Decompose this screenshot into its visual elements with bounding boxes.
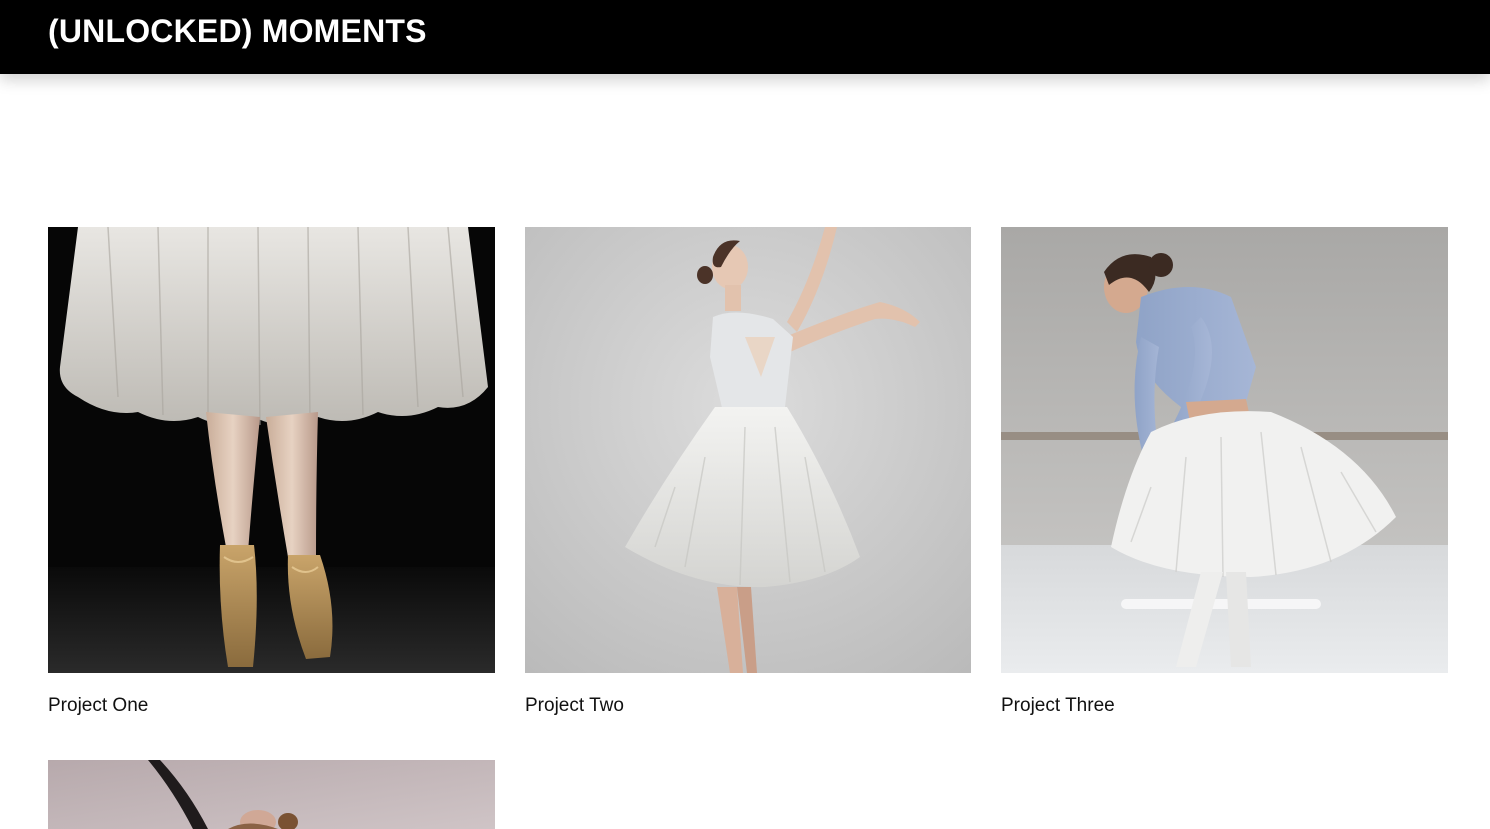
project-two-image[interactable] <box>525 227 972 673</box>
site-header: (UNLOCKED) MOMENTS <box>0 0 1490 74</box>
project-card-two[interactable]: Project Two <box>525 227 972 718</box>
project-card-three[interactable]: Project Three <box>1001 227 1448 718</box>
project-two-title[interactable]: Project Two <box>525 694 972 718</box>
project-four-image[interactable] <box>48 760 495 829</box>
project-one-image[interactable] <box>48 227 495 673</box>
project-three-title[interactable]: Project Three <box>1001 694 1448 718</box>
project-card-four[interactable] <box>48 760 495 829</box>
site-title-link[interactable]: (UNLOCKED) MOMENTS <box>48 12 427 50</box>
project-grid: Project One Project Two Project Three <box>0 0 1490 829</box>
project-one-title[interactable]: Project One <box>48 694 495 718</box>
project-three-image[interactable] <box>1001 227 1448 673</box>
project-card-one[interactable]: Project One <box>48 227 495 718</box>
